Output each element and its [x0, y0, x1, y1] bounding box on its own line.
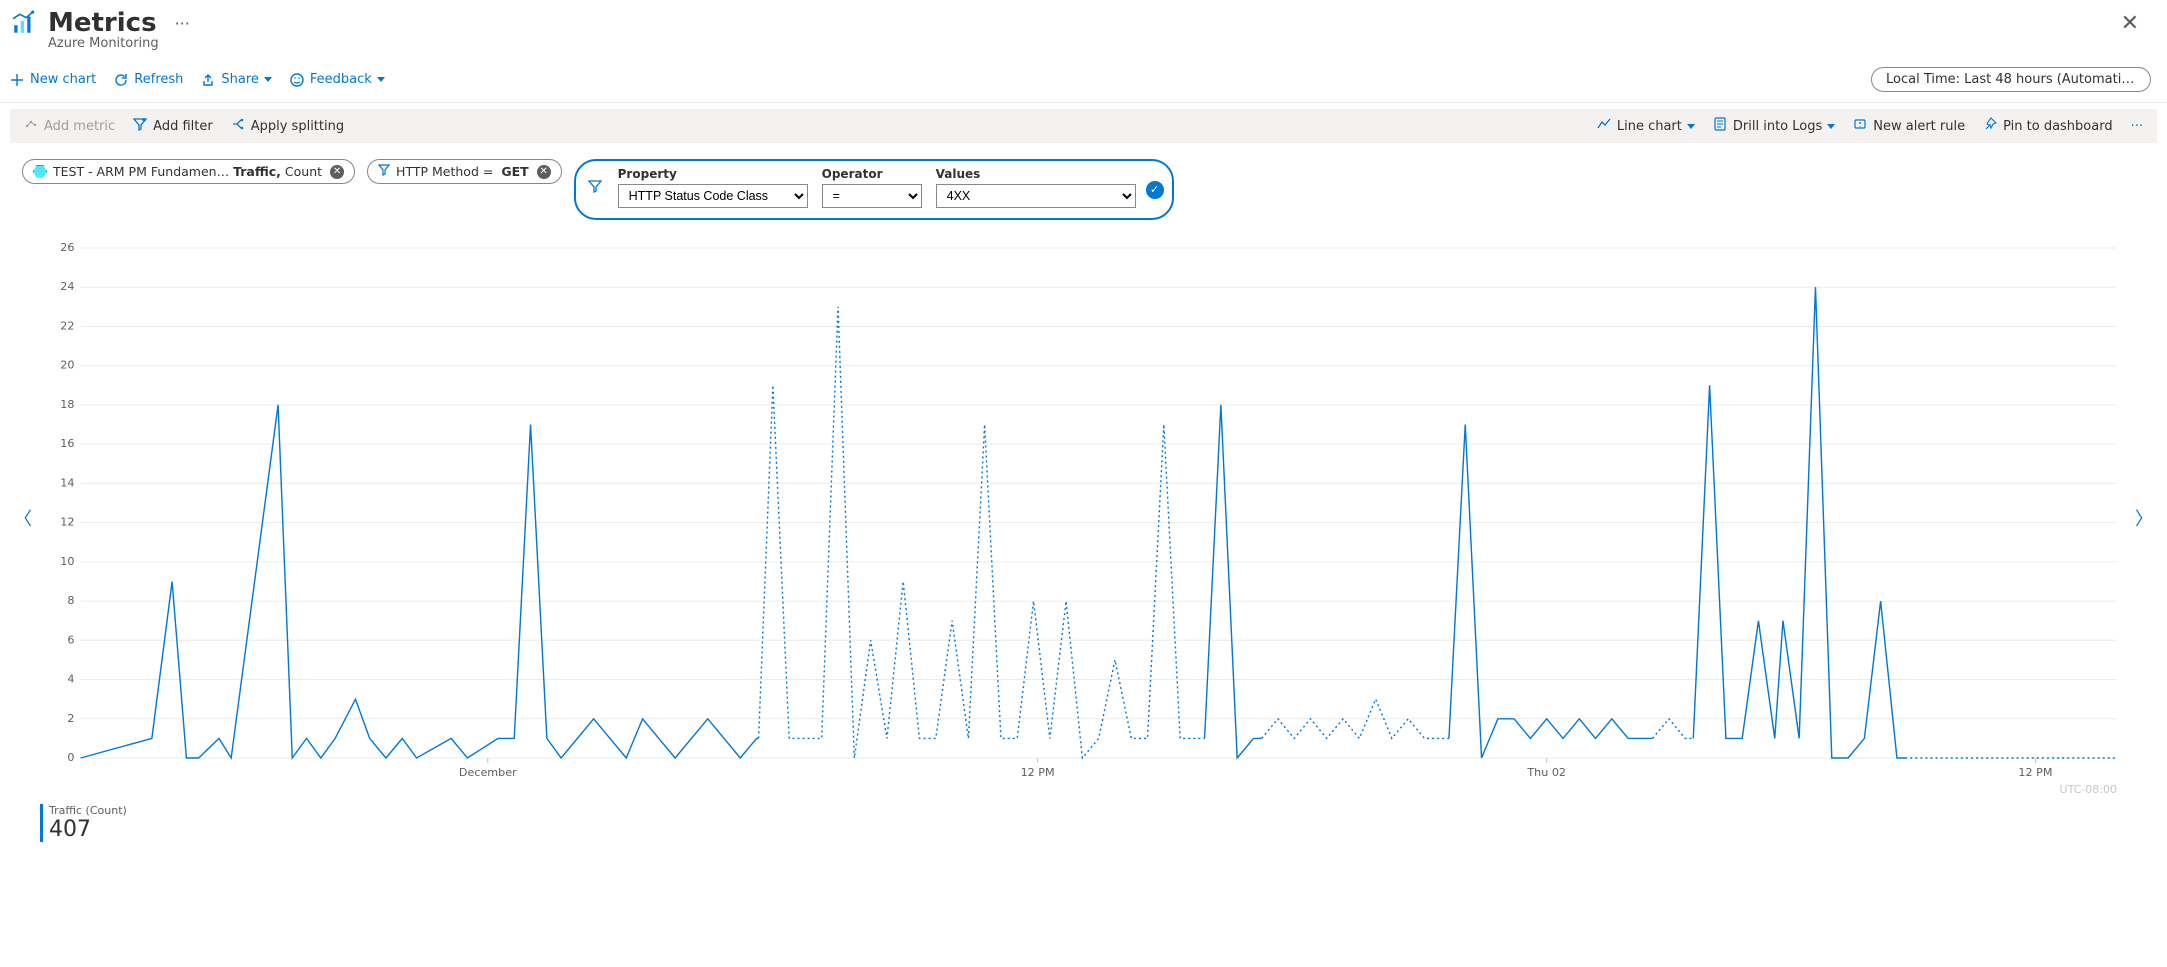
pin-icon [1983, 117, 1997, 135]
filter-op-text: = [483, 164, 493, 179]
refresh-label: Refresh [134, 72, 183, 87]
svg-text:14: 14 [60, 476, 74, 489]
svg-text:26: 26 [60, 241, 74, 254]
metric-pills-row: TEST - ARM PM Fundamen… Traffic, Count ✕… [0, 143, 2167, 228]
values-label: Values [936, 167, 1136, 181]
apply-filter-button[interactable]: ✓ [1146, 181, 1164, 199]
chart-area: 〈 〉 02468101214161820222426December12 PM… [10, 238, 2157, 798]
legend-item-traffic[interactable]: Traffic (Count) 407 [40, 804, 127, 842]
svg-text:18: 18 [60, 398, 74, 411]
more-actions-button[interactable]: ··· [169, 14, 196, 33]
time-range-selector[interactable]: Local Time: Last 48 hours (Automatic - 1… [1871, 67, 2151, 92]
page-header: Metrics ··· ✕ [0, 0, 2167, 38]
svg-text:16: 16 [60, 437, 74, 450]
svg-text:12: 12 [60, 516, 74, 529]
legend-value: 407 [49, 817, 127, 842]
svg-text:10: 10 [60, 555, 74, 568]
chart-legend: Traffic (Count) 407 [40, 804, 2167, 842]
timezone-label: UTC-08:00 [2060, 783, 2117, 796]
remove-metric-button[interactable]: ✕ [330, 165, 344, 179]
svg-text:20: 20 [60, 359, 74, 372]
operator-label: Operator [822, 167, 922, 181]
metric-scope-pill[interactable]: TEST - ARM PM Fundamen… Traffic, Count ✕ [22, 159, 355, 184]
svg-text:8: 8 [67, 594, 74, 607]
chevron-down-icon [259, 72, 272, 87]
metrics-icon [10, 9, 38, 37]
legend-label: Traffic (Count) [49, 804, 127, 817]
splitting-icon [231, 117, 245, 135]
share-button[interactable]: Share [201, 72, 272, 87]
svg-text:4: 4 [67, 673, 74, 686]
pin-dashboard-label: Pin to dashboard [2003, 119, 2113, 134]
page-title: Metrics [48, 8, 157, 38]
add-metric-button[interactable]: Add metric [24, 117, 115, 135]
new-alert-rule-button[interactable]: New alert rule [1853, 117, 1965, 135]
svg-text:12 PM: 12 PM [2018, 766, 2052, 779]
svg-text:6: 6 [67, 633, 74, 646]
svg-text:0: 0 [67, 751, 74, 764]
property-select[interactable]: HTTP Status Code Class [618, 184, 808, 208]
page-subtitle: Azure Monitoring [48, 36, 2167, 59]
property-label: Property [618, 167, 808, 181]
line-chart-icon [1597, 117, 1611, 135]
new-alert-label: New alert rule [1873, 119, 1965, 134]
chevron-down-icon [372, 72, 385, 87]
main-toolbar: New chart Refresh Share Feedback Local T… [0, 59, 2167, 103]
filter-icon [588, 179, 602, 197]
chart-type-label: Line chart [1617, 119, 1682, 134]
new-chart-button[interactable]: New chart [10, 72, 96, 87]
next-timerange-button[interactable]: 〉 [2125, 495, 2163, 541]
filter-icon [133, 117, 147, 135]
more-chart-options-button[interactable]: ··· [2131, 119, 2143, 134]
remove-filter-button[interactable]: ✕ [537, 165, 551, 179]
filter-pill-http-method[interactable]: HTTP Method = GET ✕ [367, 159, 562, 184]
add-filter-button[interactable]: Add filter [133, 117, 213, 135]
svg-text:December: December [459, 766, 517, 779]
svg-text:2: 2 [67, 712, 74, 725]
apply-splitting-label: Apply splitting [251, 119, 344, 134]
metrics-line-chart[interactable]: 02468101214161820222426December12 PMThu … [40, 238, 2127, 798]
add-metric-label: Add metric [44, 119, 115, 134]
aggregation-text: Count [285, 164, 322, 179]
metric-name-text: Traffic, [233, 164, 281, 179]
close-button[interactable]: ✕ [2121, 11, 2151, 36]
svg-text:Thu 02: Thu 02 [1526, 766, 1566, 779]
add-metric-icon [24, 117, 38, 135]
feedback-button[interactable]: Feedback [290, 72, 385, 87]
refresh-button[interactable]: Refresh [114, 72, 183, 87]
filter-editor: Property HTTP Status Code Class Operator… [574, 159, 1174, 220]
filter-icon [378, 164, 390, 179]
feedback-label: Feedback [310, 72, 372, 87]
values-select[interactable]: 4XX [936, 184, 1136, 208]
svg-text:24: 24 [60, 280, 74, 293]
chevron-down-icon [1682, 119, 1695, 134]
pin-to-dashboard-button[interactable]: Pin to dashboard [1983, 117, 2113, 135]
prev-timerange-button[interactable]: 〈 [4, 495, 42, 541]
chevron-down-icon [1822, 119, 1835, 134]
apply-splitting-button[interactable]: Apply splitting [231, 117, 344, 135]
svg-text:22: 22 [60, 320, 74, 333]
filter-value-text: GET [501, 164, 528, 179]
resource-icon [33, 165, 47, 179]
filter-property-text: HTTP Method [396, 164, 479, 179]
chart-type-selector[interactable]: Line chart [1597, 117, 1695, 135]
share-label: Share [221, 72, 259, 87]
scope-text: TEST - ARM PM Fundamen… [53, 164, 229, 179]
logs-icon [1713, 117, 1727, 135]
add-filter-label: Add filter [153, 119, 213, 134]
svg-text:12 PM: 12 PM [1021, 766, 1055, 779]
new-chart-label: New chart [30, 72, 96, 87]
alert-icon [1853, 117, 1867, 135]
drill-into-logs-button[interactable]: Drill into Logs [1713, 117, 1835, 135]
drill-logs-label: Drill into Logs [1733, 119, 1822, 134]
chart-toolbar: Add metric Add filter Apply splitting Li… [10, 109, 2157, 143]
operator-select[interactable]: = [822, 184, 922, 208]
